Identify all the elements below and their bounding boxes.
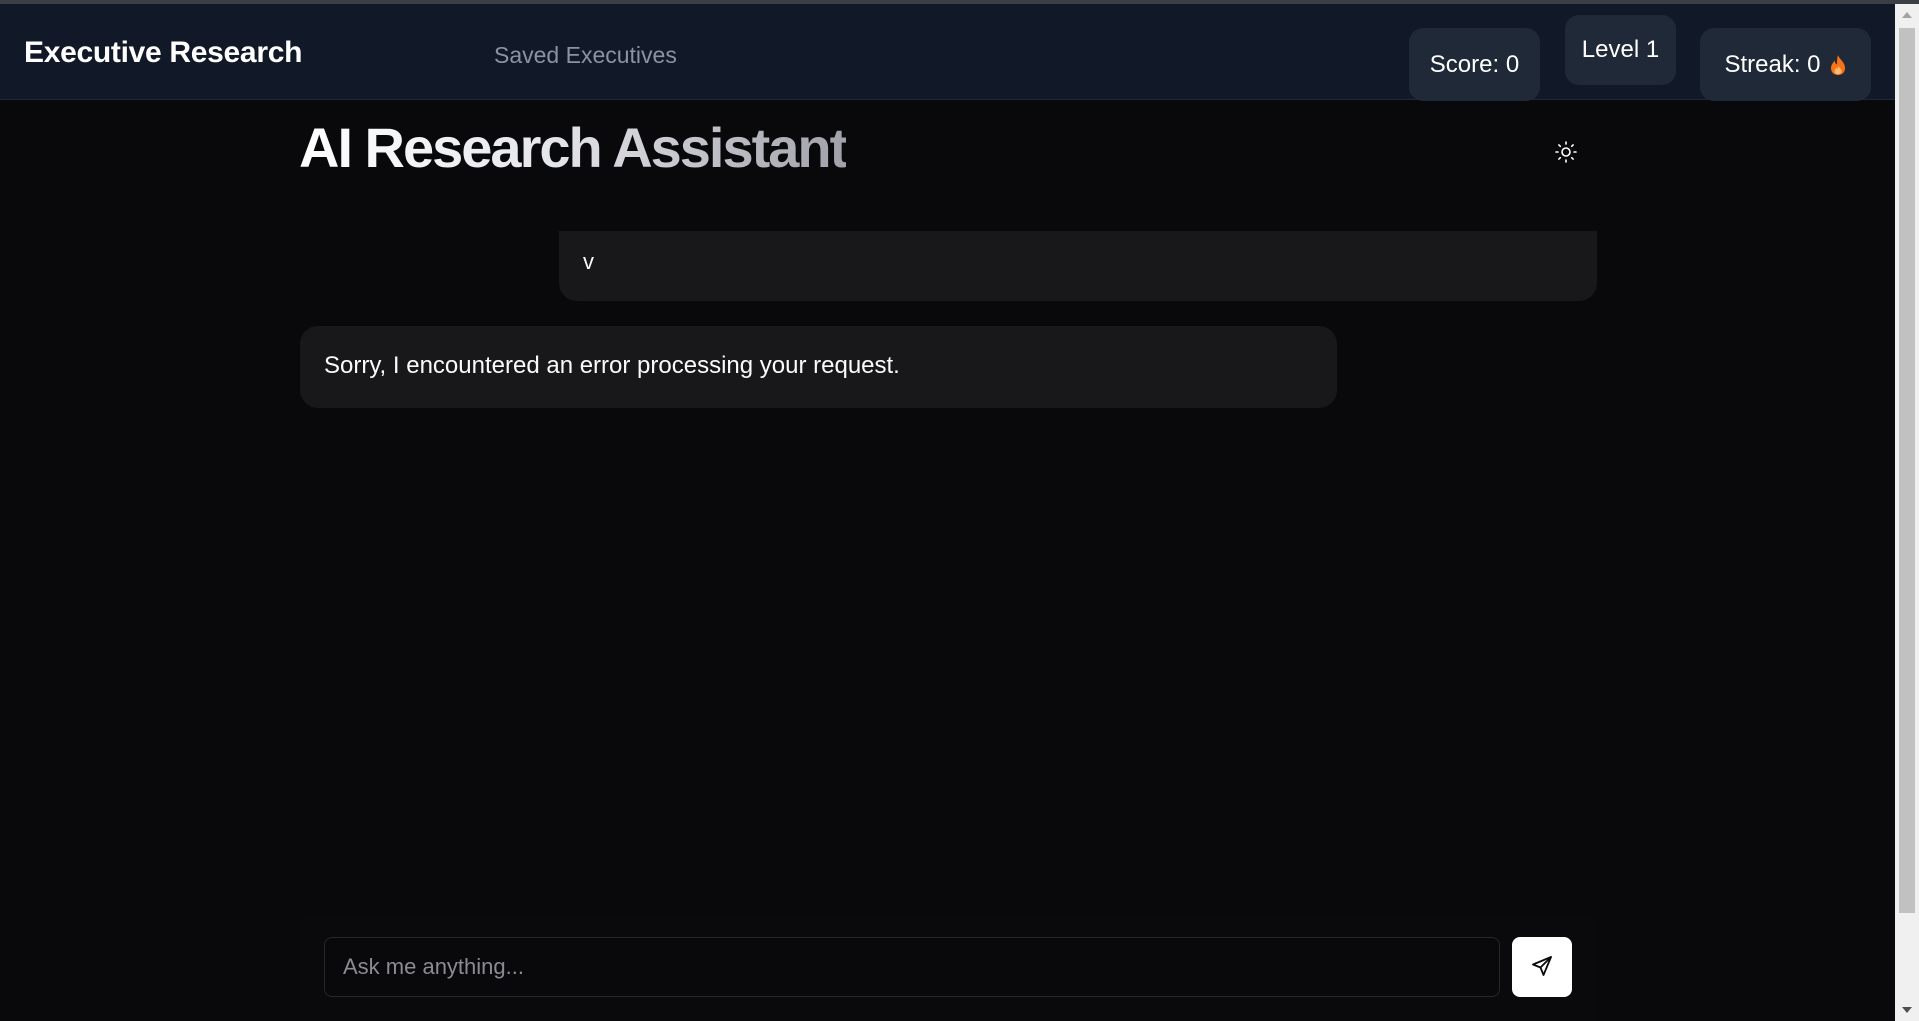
page-title: AI Research Assistant bbox=[299, 116, 848, 179]
level-badge: Level 1 bbox=[1565, 15, 1676, 85]
scrollbar-thumb[interactable] bbox=[1899, 28, 1915, 913]
assistant-message-bubble: Sorry, I encountered an error processing… bbox=[300, 326, 1337, 408]
assistant-message-text: Sorry, I encountered an error processing… bbox=[324, 352, 900, 379]
user-message-text: v bbox=[583, 249, 594, 274]
streak-badge: Streak: 0 bbox=[1700, 28, 1871, 101]
send-button[interactable] bbox=[1512, 937, 1572, 997]
sun-icon bbox=[1554, 140, 1578, 169]
brand-title[interactable]: Executive Research bbox=[24, 36, 302, 70]
chat-input[interactable] bbox=[324, 937, 1500, 997]
app-page: Executive Research Saved Executives Scor… bbox=[0, 0, 1919, 1021]
page-scrollbar[interactable] bbox=[1895, 4, 1919, 1021]
user-message-bubble: v bbox=[559, 231, 1597, 301]
theme-toggle-button[interactable] bbox=[1550, 138, 1582, 170]
top-navbar: Executive Research Saved Executives Scor… bbox=[0, 4, 1895, 101]
streak-text: Streak: 0 bbox=[1724, 50, 1821, 78]
send-icon bbox=[1530, 954, 1554, 981]
score-text: Score: 0 bbox=[1429, 50, 1520, 78]
level-text: Level 1 bbox=[1581, 36, 1660, 63]
scroll-up-arrow-icon[interactable] bbox=[1902, 12, 1912, 18]
flame-icon bbox=[1829, 54, 1847, 76]
scroll-down-arrow-icon[interactable] bbox=[1902, 1007, 1912, 1013]
nav-link-saved-executives[interactable]: Saved Executives bbox=[494, 42, 677, 69]
score-badge: Score: 0 bbox=[1409, 28, 1540, 101]
